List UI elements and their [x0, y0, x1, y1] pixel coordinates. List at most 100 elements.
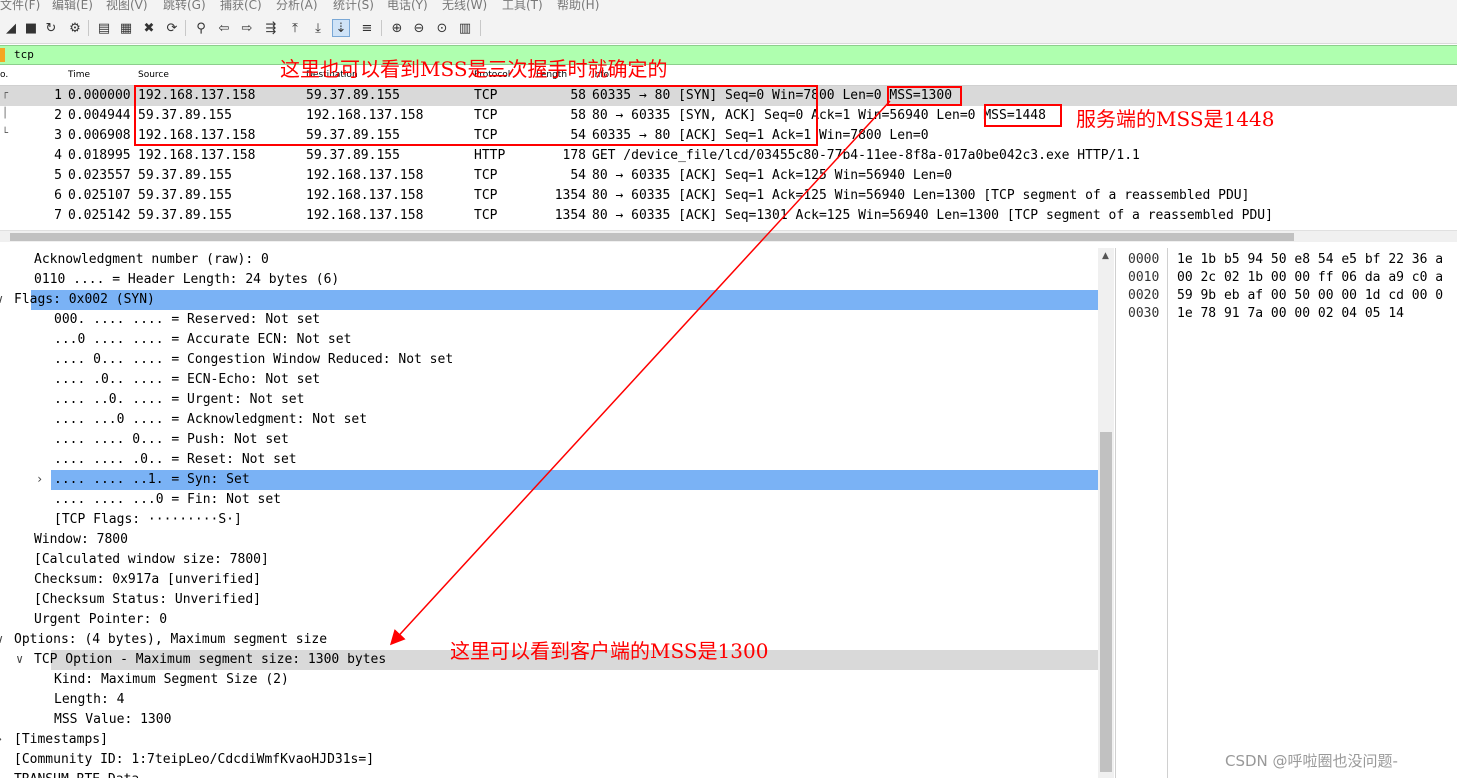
- server-mss-box: [984, 104, 1062, 127]
- annotation-server-mss: 服务端的MSS是1448: [1076, 107, 1275, 131]
- detail-text: .... ..0. .... = Urgent: Not set: [54, 392, 305, 407]
- packet-len: 54: [570, 168, 586, 183]
- expand-toggle-icon[interactable]: ›: [36, 472, 43, 486]
- menu-item-8[interactable]: 无线(W): [442, 0, 487, 13]
- byte-offset: 0010: [1128, 270, 1160, 285]
- packet-src: 59.37.89.155: [138, 208, 232, 223]
- packet-details-pane: Acknowledgment number (raw): 0 0110 .... …: [0, 248, 1116, 778]
- detail-row[interactable]: Urgent Pointer: 0: [0, 610, 1098, 630]
- packet-len: 1354: [554, 208, 586, 223]
- packet-no: 2: [54, 108, 62, 123]
- packet-row[interactable]: 7 0.025142 59.37.89.155 192.168.137.158 TCP 1…: [0, 206, 1457, 226]
- annotation-client-mss: 这里可以看到客户端的MSS是1300: [450, 639, 769, 663]
- go-forward-icon[interactable]: ⇨: [238, 19, 256, 37]
- scrollbar-thumb[interactable]: [1100, 432, 1112, 772]
- display-filter-input[interactable]: tcp: [14, 48, 34, 61]
- packet-time: 0.004944: [68, 108, 131, 123]
- detail-row[interactable]: [Community ID: 1:7teipLeo/CdcdiWmfKvaoHJ…: [0, 750, 1098, 770]
- expand-toggle-icon[interactable]: ›: [0, 732, 3, 746]
- detail-row[interactable]: .... .... ...0 = Fin: Not set: [0, 490, 1098, 510]
- detail-row[interactable]: Kind: Maximum Segment Size (2): [0, 670, 1098, 690]
- column-header-0[interactable]: o.: [0, 70, 8, 80]
- go-first-icon[interactable]: ⤒: [286, 19, 304, 37]
- packet-no: 6: [54, 188, 62, 203]
- filter-bookmark-icon[interactable]: [0, 48, 5, 62]
- menu-item-9[interactable]: 工具(T): [502, 0, 543, 13]
- go-back-icon[interactable]: ⇦: [215, 19, 233, 37]
- menu-item-0[interactable]: 文件(F): [0, 0, 40, 13]
- column-header-2[interactable]: Source: [138, 70, 169, 80]
- expand-toggle-icon[interactable]: ∨: [16, 652, 23, 666]
- options-gear-icon[interactable]: ⚙: [66, 19, 84, 37]
- close-file-icon[interactable]: ✖: [140, 19, 158, 37]
- detail-row[interactable]: .... .... 0... = Push: Not set: [0, 430, 1098, 450]
- detail-text: Kind: Maximum Segment Size (2): [54, 672, 289, 687]
- detail-row[interactable]: Acknowledgment number (raw): 0: [0, 250, 1098, 270]
- packet-dst: 192.168.137.158: [306, 188, 424, 203]
- shark-fin-icon[interactable]: ◢: [2, 19, 20, 37]
- menu-item-6[interactable]: 统计(S): [333, 0, 374, 13]
- detail-row[interactable]: .... .0.. .... = ECN-Echo: Not set: [0, 370, 1098, 390]
- detail-row[interactable]: .... ...0 .... = Acknowledgment: Not set: [0, 410, 1098, 430]
- display-filter-bar[interactable]: tcp: [0, 45, 1457, 65]
- menu-item-3[interactable]: 跳转(G): [163, 0, 206, 13]
- packet-row[interactable]: 5 0.023557 59.37.89.155 192.168.137.158 TCP 5…: [0, 166, 1457, 186]
- detail-row[interactable]: TRANSUM RTE Data: [0, 770, 1098, 778]
- detail-row[interactable]: MSS Value: 1300: [0, 710, 1098, 730]
- menu-item-2[interactable]: 视图(V): [106, 0, 148, 13]
- detail-row[interactable]: ...0 .... .... = Accurate ECN: Not set: [0, 330, 1098, 350]
- menu-item-1[interactable]: 编辑(E): [52, 0, 93, 13]
- detail-row[interactable]: .... ..0. .... = Urgent: Not set: [0, 390, 1098, 410]
- column-header-1[interactable]: Time: [68, 70, 90, 80]
- menu-item-5[interactable]: 分析(A): [276, 0, 318, 13]
- detail-row[interactable]: 000. .... .... = Reserved: Not set: [0, 310, 1098, 330]
- zoom-normal-icon[interactable]: ⊙: [433, 19, 451, 37]
- zoom-out-icon[interactable]: ⊖: [410, 19, 428, 37]
- autoscroll-icon[interactable]: ⇣: [332, 19, 350, 37]
- zoom-in-icon[interactable]: ⊕: [388, 19, 406, 37]
- detail-text: .... .... ..1. = Syn: Set: [54, 472, 250, 487]
- detail-row[interactable]: › [Timestamps]: [0, 730, 1098, 750]
- scroll-up-icon[interactable]: ▲: [1102, 251, 1109, 261]
- go-last-icon[interactable]: ⤓: [309, 19, 327, 37]
- detail-row[interactable]: [TCP Flags: ·········S·]: [0, 510, 1098, 530]
- expand-toggle-icon[interactable]: ∨: [0, 632, 3, 646]
- detail-row[interactable]: Checksum: 0x917a [unverified]: [0, 570, 1098, 590]
- menu-item-4[interactable]: 捕获(C): [220, 0, 262, 13]
- go-to-packet-icon[interactable]: ⇶: [262, 19, 280, 37]
- expand-toggle-icon[interactable]: ∨: [0, 292, 3, 306]
- packet-info: 80 → 60335 [ACK] Seq=1 Ack=125 Win=56940…: [592, 188, 1250, 203]
- resize-columns-icon[interactable]: ▥: [456, 19, 474, 37]
- packet-row[interactable]: 4 0.018995 192.168.137.158 59.37.89.155 HTTP…: [0, 146, 1457, 166]
- scrollbar-thumb[interactable]: [10, 233, 1294, 241]
- detail-row[interactable]: [Calculated window size: 7800]: [0, 550, 1098, 570]
- packet-src: 192.168.137.158: [138, 148, 256, 163]
- detail-row[interactable]: 0110 .... = Header Length: 24 bytes (6): [0, 270, 1098, 290]
- handshake-rows-box: [134, 85, 818, 146]
- detail-text: .... .... .0.. = Reset: Not set: [54, 452, 297, 467]
- packet-time: 0.025107: [68, 188, 131, 203]
- detail-row[interactable]: ∨ Flags: 0x002 (SYN): [0, 290, 1098, 310]
- detail-row[interactable]: Length: 4: [0, 690, 1098, 710]
- stop-icon[interactable]: ■: [22, 19, 40, 37]
- open-file-icon[interactable]: ▤: [95, 19, 113, 37]
- detail-text: TRANSUM RTE Data: [14, 772, 139, 778]
- details-vertical-scrollbar[interactable]: ▲: [1098, 248, 1114, 778]
- packet-row[interactable]: 6 0.025107 59.37.89.155 192.168.137.158 TCP 1…: [0, 186, 1457, 206]
- menu-item-10[interactable]: 帮助(H): [557, 0, 599, 13]
- packet-no: 3: [54, 128, 62, 143]
- colorize-icon[interactable]: ≡: [358, 19, 376, 37]
- save-file-icon[interactable]: ▦: [117, 19, 135, 37]
- packet-dst: 192.168.137.158: [306, 168, 424, 183]
- packet-list-horizontal-scrollbar[interactable]: [0, 230, 1457, 242]
- packet-src: 59.37.89.155: [138, 168, 232, 183]
- detail-row[interactable]: [Checksum Status: Unverified]: [0, 590, 1098, 610]
- restart-icon[interactable]: ↻: [42, 19, 60, 37]
- detail-row[interactable]: .... .... .0.. = Reset: Not set: [0, 450, 1098, 470]
- menu-item-7[interactable]: 电话(Y): [387, 0, 428, 13]
- detail-row[interactable]: › .... .... ..1. = Syn: Set: [0, 470, 1098, 490]
- detail-row[interactable]: Window: 7800: [0, 530, 1098, 550]
- reload-icon[interactable]: ⟳: [163, 19, 181, 37]
- find-packet-icon[interactable]: ⚲: [192, 19, 210, 37]
- detail-row[interactable]: .... 0... .... = Congestion Window Reduc…: [0, 350, 1098, 370]
